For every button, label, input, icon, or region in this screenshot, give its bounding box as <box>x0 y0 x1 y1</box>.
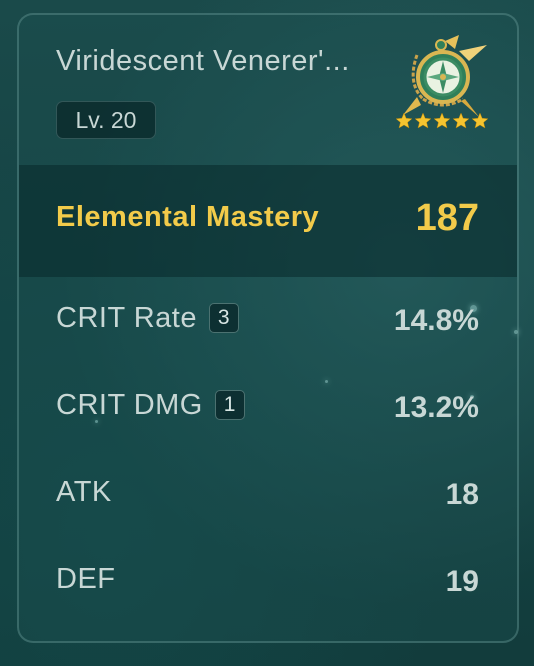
main-stat-label: Elemental Mastery <box>56 201 320 233</box>
star-icon <box>433 112 451 129</box>
substat-label-wrap: CRIT Rate 3 <box>56 302 239 335</box>
star-icon <box>395 112 413 129</box>
artifact-name: Viridescent Venerer'... <box>56 45 350 77</box>
substat-row-crit-rate: CRIT Rate 3 14.8% <box>19 292 517 352</box>
star-icon <box>452 112 470 129</box>
viridescent-artifact-icon <box>403 35 487 117</box>
substat-value: 14.8% <box>393 304 479 337</box>
main-stat-value: 187 <box>415 197 479 239</box>
roll-count-badge: 1 <box>214 390 245 420</box>
substat-value: 18 <box>445 478 479 511</box>
level-badge: Lv. 20 <box>56 101 156 139</box>
roll-count-badge: 3 <box>208 303 239 333</box>
star-icon <box>414 112 432 129</box>
rarity-stars <box>395 112 489 129</box>
substat-label-wrap: CRIT DMG 1 <box>56 389 245 422</box>
substat-label: ATK <box>56 476 112 508</box>
substat-row-crit-dmg: CRIT DMG 1 13.2% <box>19 379 517 439</box>
substat-label: CRIT Rate <box>56 302 197 334</box>
star-icon <box>471 112 489 129</box>
substat-label: CRIT DMG <box>56 389 203 421</box>
substat-value: 19 <box>445 565 479 598</box>
substat-row-atk: ATK 18 <box>19 466 517 526</box>
artifact-header: Viridescent Venerer'... Lv. 20 <box>19 15 517 165</box>
substat-value: 13.2% <box>393 391 479 424</box>
substat-row-def: DEF 19 <box>19 553 517 613</box>
artifact-card[interactable]: Viridescent Venerer'... Lv. 20 Elemental… <box>17 13 519 643</box>
substat-label: DEF <box>56 563 116 595</box>
main-stat-row: Elemental Mastery 187 <box>19 165 517 277</box>
